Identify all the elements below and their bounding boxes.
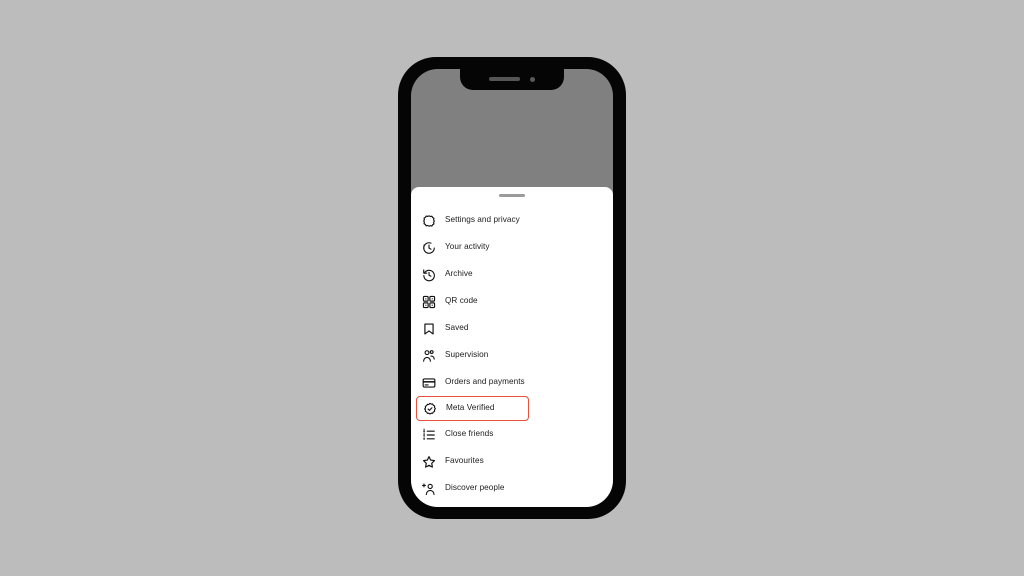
earpiece-speaker-icon — [489, 77, 520, 81]
bookmark-icon — [422, 322, 436, 336]
qr-code-icon — [422, 295, 436, 309]
star-icon — [422, 455, 436, 469]
screenshot-canvas: Settings and privacy Your activity Archi… — [0, 0, 1024, 576]
menu-item-meta-verified[interactable]: Meta Verified — [416, 396, 529, 421]
front-camera-icon — [530, 77, 535, 82]
menu-item-label: Discover people — [445, 483, 505, 493]
drag-handle-icon[interactable] — [499, 193, 525, 197]
menu-item-label: Supervision — [445, 350, 489, 360]
menu-item-label: Meta Verified — [446, 403, 495, 413]
settings-gear-icon — [422, 214, 436, 228]
menu-item-label: Orders and payments — [445, 377, 525, 387]
menu-item-close-friends[interactable]: Close friends — [411, 421, 613, 448]
activity-clock-icon — [422, 241, 436, 255]
instagram-menu-bottom-sheet: Settings and privacy Your activity Archi… — [411, 187, 613, 507]
phone-screen: Settings and privacy Your activity Archi… — [411, 69, 613, 507]
verified-badge-icon — [423, 402, 437, 416]
menu-item-your-activity[interactable]: Your activity — [411, 234, 613, 261]
discover-people-add-icon — [422, 482, 436, 496]
menu-item-supervision[interactable]: Supervision — [411, 342, 613, 369]
sheet-handle-area[interactable] — [411, 187, 613, 203]
menu-item-label: Saved — [445, 323, 469, 333]
menu-item-orders-and-payments[interactable]: Orders and payments — [411, 369, 613, 396]
menu-item-label: Favourites — [445, 456, 484, 466]
menu-item-label: Settings and privacy — [445, 215, 520, 225]
menu-item-label: QR code — [445, 296, 478, 306]
credit-card-icon — [422, 376, 436, 390]
menu-item-label: Archive — [445, 269, 473, 279]
supervision-people-icon — [422, 349, 436, 363]
menu-item-favourites[interactable]: Favourites — [411, 448, 613, 475]
menu-item-settings-and-privacy[interactable]: Settings and privacy — [411, 207, 613, 234]
phone-notch — [460, 69, 564, 90]
menu-item-discover-people[interactable]: Discover people — [411, 475, 613, 502]
menu-list: Settings and privacy Your activity Archi… — [411, 203, 613, 502]
menu-item-label: Your activity — [445, 242, 490, 252]
menu-item-saved[interactable]: Saved — [411, 315, 613, 342]
menu-item-label: Close friends — [445, 429, 494, 439]
close-friends-list-icon — [422, 428, 436, 442]
menu-item-qr-code[interactable]: QR code — [411, 288, 613, 315]
menu-item-archive[interactable]: Archive — [411, 261, 613, 288]
archive-clock-back-icon — [422, 268, 436, 282]
